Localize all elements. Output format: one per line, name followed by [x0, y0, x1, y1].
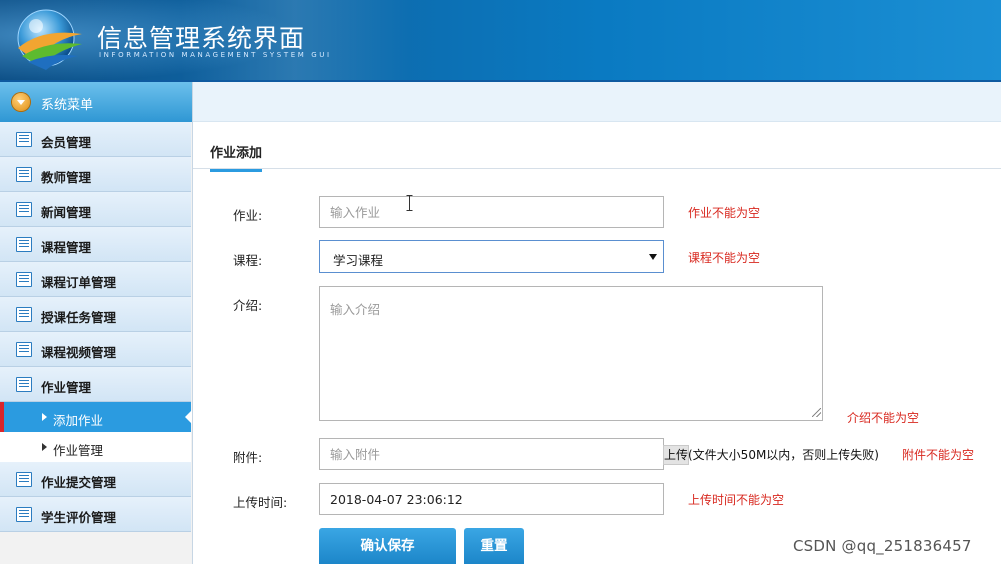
list-icon: [16, 472, 32, 487]
tab-add-homework[interactable]: 作业添加: [210, 142, 263, 172]
dropdown-arrow-icon: [649, 254, 657, 260]
attachment-label: 附件:: [233, 450, 263, 465]
homework-label: 作业:: [233, 208, 263, 223]
sidebar-item-course-orders[interactable]: 课程订单管理: [0, 262, 191, 297]
sidebar-item-teachers[interactable]: 教师管理: [0, 157, 191, 192]
save-button[interactable]: 确认保存: [319, 528, 456, 564]
upload-time-error: 上传时间不能为空: [688, 493, 785, 507]
content-top-bar: [193, 82, 1001, 122]
list-icon: [16, 167, 32, 182]
sidebar-item-label: 会员管理: [41, 135, 92, 150]
list-icon: [16, 507, 32, 522]
attachment-input[interactable]: [319, 438, 664, 470]
resize-grip-icon[interactable]: [812, 408, 821, 417]
list-icon: [16, 307, 32, 322]
sidebar-item-homework-submissions[interactable]: 作业提交管理: [0, 462, 191, 497]
sidebar: 系统菜单 会员管理 教师管理 新闻管理 课程管理 课程订单管理 授课任务管理 课…: [0, 82, 193, 564]
intro-label: 介绍:: [233, 298, 263, 313]
sidebar-item-label: 课程管理: [41, 240, 92, 255]
sidebar-item-label: 课程视频管理: [41, 345, 117, 360]
watermark: CSDN @qq_251836457: [793, 537, 972, 555]
sidebar-item-label: 作业管理: [41, 380, 92, 395]
app-header: 信息管理系统界面 INFORMATION MANAGEMENT SYSTEM G…: [0, 0, 1001, 82]
course-label: 课程:: [233, 253, 263, 268]
sidebar-item-label: 课程订单管理: [41, 275, 117, 290]
homework-error: 作业不能为空: [688, 206, 761, 220]
list-icon: [16, 202, 32, 217]
sidebar-item-members[interactable]: 会员管理: [0, 122, 191, 157]
sidebar-item-label: 教师管理: [41, 170, 92, 185]
app-subtitle: INFORMATION MANAGEMENT SYSTEM GUI: [99, 51, 332, 59]
sidebar-subitem-label: 作业管理: [53, 443, 104, 458]
intro-textarea[interactable]: [319, 286, 823, 421]
sidebar-item-label: 新闻管理: [41, 205, 92, 220]
sidebar-menu-title: 系统菜单: [41, 98, 94, 113]
text-cursor-icon: [406, 195, 413, 211]
list-icon: [16, 342, 32, 357]
reset-button[interactable]: 重置: [464, 528, 524, 564]
sidebar-subitem-manage-homework[interactable]: 作业管理: [0, 432, 191, 462]
sidebar-item-student-reviews[interactable]: 学生评价管理: [0, 497, 191, 532]
sidebar-subitem-add-homework[interactable]: 添加作业: [0, 402, 192, 432]
sidebar-subitem-label: 添加作业: [53, 413, 104, 428]
caret-right-icon: [42, 413, 47, 421]
intro-error: 介绍不能为空: [847, 411, 920, 425]
upload-time-label: 上传时间:: [233, 495, 288, 510]
menu-toggle-icon: [12, 93, 30, 111]
upload-button[interactable]: 上传: [663, 445, 689, 465]
list-icon: [16, 272, 32, 287]
list-icon: [16, 132, 32, 147]
sidebar-item-news[interactable]: 新闻管理: [0, 192, 191, 227]
app-title: 信息管理系统界面: [97, 24, 306, 53]
sidebar-item-courses[interactable]: 课程管理: [0, 227, 191, 262]
sidebar-item-label: 授课任务管理: [41, 310, 117, 325]
list-icon: [16, 377, 32, 392]
course-selected-value: 学习课程: [333, 253, 384, 268]
upload-size-note: (文件大小50M以内，否则上传失败): [688, 448, 879, 462]
app-logo-icon: [17, 9, 82, 70]
sidebar-item-course-videos[interactable]: 课程视频管理: [0, 332, 191, 367]
caret-right-icon: [42, 443, 47, 451]
course-error: 课程不能为空: [688, 251, 761, 265]
tab-bar: 作业添加: [193, 122, 1001, 172]
upload-time-input[interactable]: [319, 483, 664, 515]
homework-input[interactable]: [319, 196, 664, 228]
sidebar-item-teaching-tasks[interactable]: 授课任务管理: [0, 297, 191, 332]
list-icon: [16, 237, 32, 252]
course-select[interactable]: 学习课程: [319, 240, 664, 273]
sidebar-menu-header[interactable]: 系统菜单: [0, 82, 192, 122]
attachment-error: 附件不能为空: [902, 448, 975, 462]
sidebar-item-homework[interactable]: 作业管理: [0, 367, 191, 402]
sidebar-item-label: 学生评价管理: [41, 510, 117, 525]
sidebar-item-label: 作业提交管理: [41, 475, 117, 490]
